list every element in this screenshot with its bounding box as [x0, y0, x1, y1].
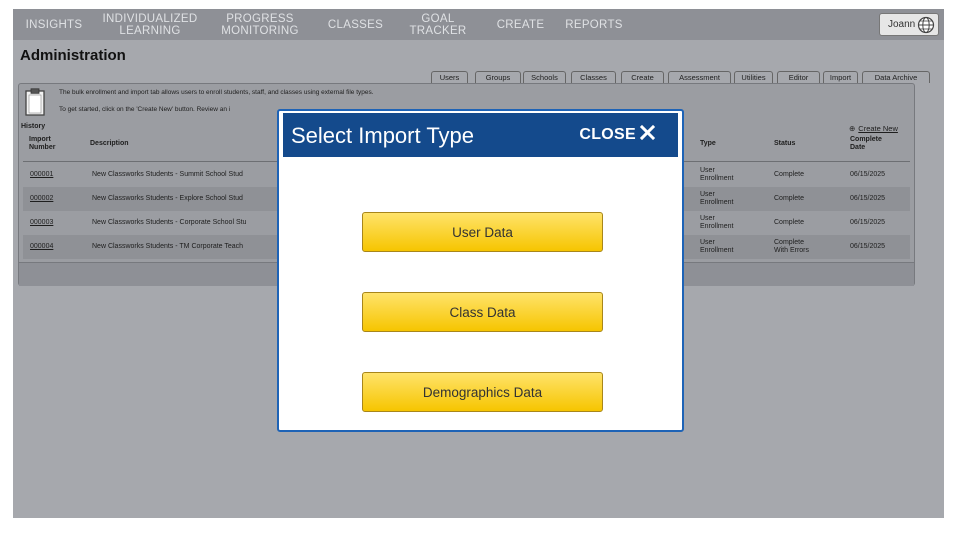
tab-create[interactable]: Create: [621, 71, 664, 83]
plus-circle-icon: ⊕: [849, 124, 856, 133]
import-number-link[interactable]: 000004: [30, 243, 53, 251]
modal-header: Select Import Type CLOSE: [283, 113, 678, 157]
nav-reports[interactable]: REPORTS: [559, 9, 629, 40]
row-date: 06/15/2025: [850, 171, 886, 178]
header-complete-date: Complete Date: [850, 136, 882, 151]
clipboard-icon: [25, 88, 45, 121]
tab-data-archive[interactable]: Data Archive: [862, 71, 930, 83]
row-date: 06/15/2025: [850, 195, 886, 202]
row-description: New Classworks Students - Explore School…: [92, 195, 243, 202]
tab-import[interactable]: Import: [823, 71, 858, 83]
header-type: Type: [700, 140, 716, 147]
close-button[interactable]: CLOSE: [579, 124, 656, 145]
row-status: Complete: [774, 171, 804, 178]
globe-icon: [917, 16, 935, 39]
info-text-1: The bulk enrollment and import tab allow…: [59, 89, 374, 96]
info-text-2: To get started, click on the 'Create New…: [59, 106, 231, 113]
class-data-button[interactable]: Class Data: [362, 292, 603, 332]
create-new-label: Create New: [858, 124, 898, 133]
row-type: User Enrollment: [700, 167, 734, 182]
row-date: 06/15/2025: [850, 219, 886, 226]
row-description: New Classworks Students - TM Corporate T…: [92, 243, 244, 250]
row-status: Complete With Errors: [774, 239, 809, 254]
import-number-link[interactable]: 000003: [30, 219, 53, 227]
top-nav: INSIGHTS INDIVIDUALIZED LEARNING PROGRES…: [13, 9, 944, 40]
create-new-link[interactable]: ⊕ Create New: [849, 124, 898, 133]
tab-schools[interactable]: Schools: [523, 71, 566, 83]
row-description: New Classworks Students - Summit School …: [92, 171, 243, 178]
nav-progress-monitoring[interactable]: PROGRESS MONITORING: [213, 9, 307, 40]
row-type: User Enrollment: [700, 215, 734, 230]
demographics-data-button[interactable]: Demographics Data: [362, 372, 603, 412]
nav-insights[interactable]: INSIGHTS: [17, 9, 91, 40]
tab-users[interactable]: Users: [431, 71, 468, 83]
header-description: Description: [90, 140, 129, 147]
tab-editor[interactable]: Editor: [777, 71, 820, 83]
user-menu-button[interactable]: Joann: [879, 13, 939, 36]
import-number-link[interactable]: 000001: [30, 171, 53, 179]
header-status: Status: [774, 140, 796, 147]
tab-classes[interactable]: Classes: [571, 71, 616, 83]
user-name: Joann: [888, 19, 916, 30]
history-label: History: [21, 123, 46, 130]
tab-assessment[interactable]: Assessment: [668, 71, 731, 83]
row-status: Complete: [774, 219, 804, 226]
row-status: Complete: [774, 195, 804, 202]
row-type: User Enrollment: [700, 239, 734, 254]
row-description: New Classworks Students - Corporate Scho…: [92, 219, 247, 226]
user-data-button[interactable]: User Data: [362, 212, 603, 252]
nav-classes[interactable]: CLASSES: [318, 9, 393, 40]
header-import-number: Import Number: [29, 136, 56, 151]
row-type: User Enrollment: [700, 191, 734, 206]
tab-utilities[interactable]: Utilities: [734, 71, 773, 83]
tab-groups[interactable]: Groups: [475, 71, 521, 83]
import-type-modal: Select Import Type CLOSE User Data Class…: [277, 109, 684, 432]
close-label: CLOSE: [579, 126, 636, 143]
nav-individualized-learning[interactable]: INDIVIDUALIZED LEARNING: [95, 9, 205, 40]
import-number-link[interactable]: 000002: [30, 195, 53, 203]
close-icon: [639, 124, 656, 145]
page-title: Administration: [20, 47, 126, 64]
nav-goal-tracker[interactable]: GOAL TRACKER: [392, 9, 484, 40]
row-date: 06/15/2025: [850, 243, 886, 250]
modal-title: Select Import Type: [291, 123, 475, 148]
nav-create[interactable]: CREATE: [488, 9, 553, 40]
